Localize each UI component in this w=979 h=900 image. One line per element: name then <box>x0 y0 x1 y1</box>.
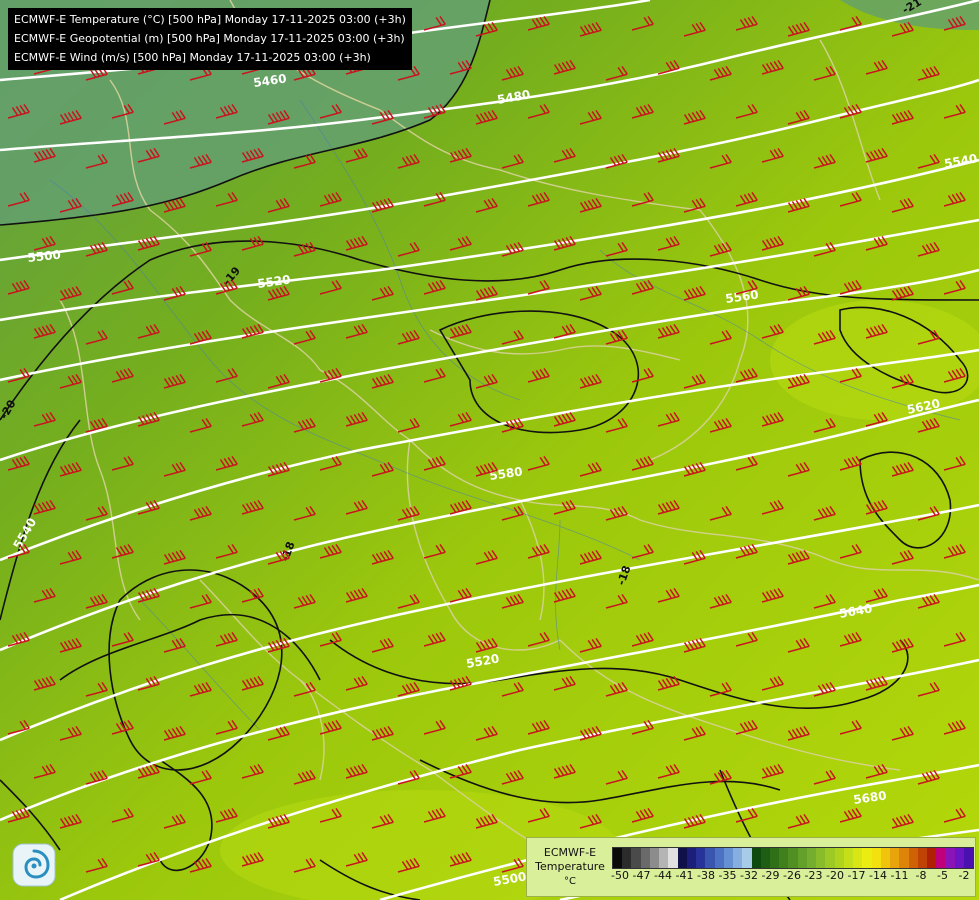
legend-color-swatch <box>926 848 937 868</box>
legend-color-swatch <box>834 848 844 868</box>
legend-tick-label: -38 <box>697 869 715 882</box>
legend-color-swatch <box>871 848 881 868</box>
legend-tick-label: -14 <box>869 869 887 882</box>
ecmwf-swirl-logo-icon <box>12 843 56 887</box>
legend-color-swatch <box>890 848 900 868</box>
legend-color-swatch <box>760 848 770 868</box>
legend-color-swatch <box>733 848 743 868</box>
temperature-legend: ECMWF-E Temperature °C -50 -47 -44 -41 -38 -3… <box>526 837 976 897</box>
legend-tick-label: -5 <box>937 869 948 882</box>
legend-color-swatch <box>649 848 660 868</box>
legend-color-swatch <box>686 848 697 868</box>
legend-tick-label: -26 <box>783 869 801 882</box>
legend-color-swatch <box>899 848 909 868</box>
legend-color-swatch <box>640 848 650 868</box>
legend-color-swatch <box>963 848 974 868</box>
legend-tick-label: -47 <box>632 869 651 882</box>
legend-color-swatch <box>843 848 854 868</box>
weather-map: 5460 5480 5500 5520 5540 5560 5580 5620 … <box>0 0 979 900</box>
legend-color-swatch <box>945 848 955 868</box>
legend-color-swatch <box>779 848 789 868</box>
legend-color-swatch <box>714 848 724 868</box>
legend-tick-label: -11 <box>890 869 909 882</box>
legend-tick-labels: -50 -47 -44 -41 -38 -35 -32 -29 -26 -23 -20 -17 -14-… <box>611 869 972 883</box>
legend-color-swatch <box>825 848 835 868</box>
legend-tick-label: -44 <box>654 869 672 882</box>
legend-unit: °C <box>564 876 576 887</box>
legend-color-swatch <box>880 848 891 868</box>
legend-color-swatch <box>862 848 872 868</box>
legend-color-swatch <box>705 848 715 868</box>
legend-color-swatch <box>806 848 817 868</box>
legend-color-swatch <box>723 848 734 868</box>
map-title-box: ECMWF-E Temperature (°C) [500 hPa] Monda… <box>8 8 412 70</box>
legend-color-swatch <box>954 848 964 868</box>
legend-tick-label: -41 <box>675 869 694 882</box>
legend-color-swatch <box>936 848 946 868</box>
legend-color-swatch <box>622 848 632 868</box>
legend-color-bar <box>612 847 974 869</box>
legend-tick-label: -17 <box>847 869 866 882</box>
legend-color-swatch <box>797 848 807 868</box>
legend-color-swatch <box>677 848 687 868</box>
legend-color-swatch <box>751 848 761 868</box>
legend-color-swatch <box>742 848 752 868</box>
legend-tick-label: -50 <box>611 869 629 882</box>
legend-color-swatch <box>816 848 826 868</box>
legend-color-swatch <box>908 848 918 868</box>
legend-color-swatch <box>659 848 669 868</box>
legend-color-swatch <box>853 848 863 868</box>
legend-tick-label: -23 <box>804 869 823 882</box>
legend-tick-label: -8 <box>915 869 927 882</box>
legend-title: ECMWF-E Temperature <box>533 846 607 874</box>
legend-color-swatch <box>668 848 678 868</box>
legend-title-line-1: ECMWF-E <box>543 846 597 859</box>
legend-color-swatch <box>613 848 623 868</box>
title-line-wind: ECMWF-E Wind (m/s) [500 hPa] Monday 17-1… <box>14 51 371 64</box>
legend-tick-label: -29 <box>761 869 780 882</box>
title-line-temperature: ECMWF-E Temperature (°C) [500 hPa] Monda… <box>14 13 406 26</box>
legend-tick-label: -20 <box>826 869 844 882</box>
legend-tick-label: -32 <box>740 869 758 882</box>
legend-color-swatch <box>631 848 641 868</box>
legend-tick-label: -2 <box>958 869 970 882</box>
title-line-geopotential: ECMWF-E Geopotential (m) [500 hPa] Monda… <box>14 32 405 45</box>
legend-color-swatch <box>769 848 780 868</box>
legend-tick-label: -35 <box>718 869 737 882</box>
legend-color-swatch <box>788 848 798 868</box>
legend-title-line-2: Temperature <box>535 860 605 873</box>
legend-color-swatch <box>696 848 706 868</box>
legend-color-swatch <box>917 848 927 868</box>
